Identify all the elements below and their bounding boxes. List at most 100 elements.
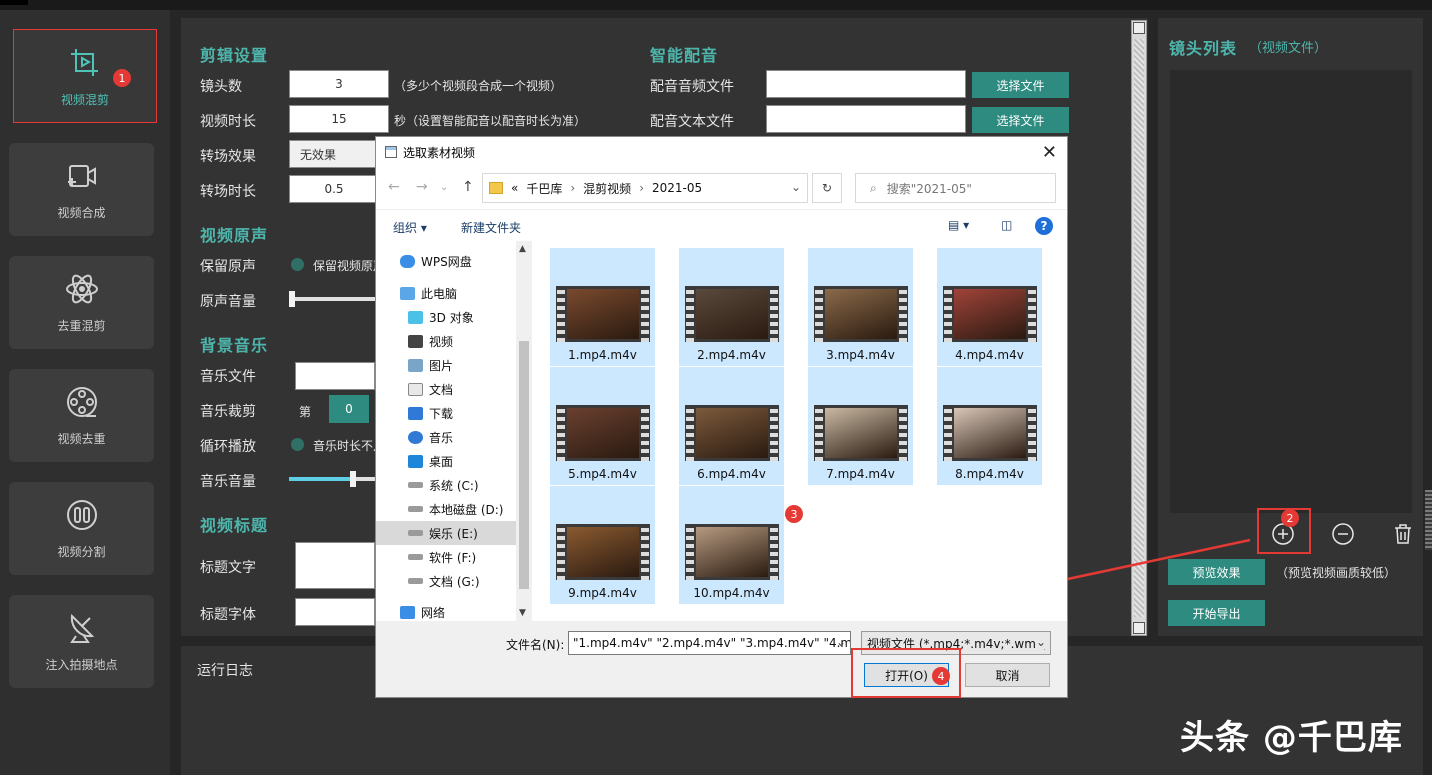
tree-item-drive-d[interactable]: 本地磁盘 (D:)	[376, 497, 516, 521]
tree-item-pictures[interactable]: 图片	[376, 353, 516, 377]
search-input[interactable]: ⌕ 搜索"2021-05"	[855, 173, 1056, 203]
file-item[interactable]: 9.mp4.m4v	[550, 486, 655, 604]
voice-audio-input[interactable]	[766, 70, 966, 98]
view-options-icon[interactable]: ▤ ▾	[948, 218, 969, 232]
file-item[interactable]: 1.mp4.m4v	[550, 248, 655, 366]
music-icon	[408, 430, 423, 444]
loop-label: 循环播放	[200, 439, 256, 455]
tree-item-network[interactable]: 网络	[376, 600, 516, 621]
forward-arrow-icon[interactable]: →	[416, 179, 428, 195]
history-chevron-icon[interactable]: ⌄	[440, 182, 448, 193]
trash-icon[interactable]	[1391, 522, 1415, 546]
back-arrow-icon[interactable]: ←	[388, 179, 400, 195]
file-name: 6.mp4.m4v	[697, 467, 766, 481]
right-edge-grip	[1425, 490, 1432, 550]
music-volume-knob[interactable]	[350, 471, 356, 487]
address-path[interactable]: « 千巴库 › 混剪视频 › 2021-05 ⌄	[482, 173, 808, 203]
video-thumbnail	[555, 405, 650, 461]
add-highlight-box	[1257, 508, 1311, 554]
tree-item-drive-g[interactable]: 文档 (G:)	[376, 569, 516, 593]
chevron-down-icon[interactable]: ⌄	[1035, 635, 1046, 649]
scroll-up-arrow[interactable]	[1133, 22, 1145, 34]
file-item[interactable]: 2.mp4.m4v	[679, 248, 784, 366]
step-badge-4: 4	[932, 667, 950, 685]
search-icon: ⌕	[870, 180, 877, 195]
tree-item-downloads[interactable]: 下载	[376, 401, 516, 425]
tree-item-desktop[interactable]: 桌面	[376, 449, 516, 473]
original-volume-slider[interactable]	[291, 297, 375, 301]
thumbnail-image	[695, 527, 768, 577]
voice-audio-label: 配音音频文件	[650, 79, 734, 95]
transition-duration-input[interactable]: 0.5	[289, 175, 379, 203]
nav-video-mix[interactable]: 视频混剪 1	[13, 29, 157, 123]
tree-item-drive-e[interactable]: 娱乐 (E:)	[376, 521, 516, 545]
shot-list-box[interactable]	[1170, 70, 1412, 513]
top-strip	[0, 0, 1432, 10]
chevron-down-icon[interactable]: ⌄	[836, 635, 846, 649]
tree-item-music[interactable]: 音乐	[376, 425, 516, 449]
music-file-input[interactable]	[295, 362, 375, 390]
new-folder-button[interactable]: 新建文件夹	[461, 219, 521, 236]
file-item[interactable]: 4.mp4.m4v	[937, 248, 1042, 366]
tree-item-drive-f[interactable]: 软件 (F:)	[376, 545, 516, 569]
file-item[interactable]: 6.mp4.m4v	[679, 367, 784, 485]
chevron-down-icon[interactable]: ⌄	[791, 180, 801, 194]
tree-scrollbar[interactable]: ▲ ▼	[516, 241, 532, 621]
scroll-thumb[interactable]	[1134, 39, 1144, 617]
path-segment-2[interactable]: 混剪视频	[583, 180, 631, 197]
computer-icon	[400, 286, 415, 300]
file-item[interactable]: 3.mp4.m4v	[808, 248, 913, 366]
nav-inject-location[interactable]: 注入拍摄地点	[9, 595, 154, 688]
thumbnail-image	[824, 408, 897, 458]
keep-original-radio[interactable]	[291, 258, 304, 271]
preview-pane-icon[interactable]: ◫	[1001, 218, 1012, 232]
music-volume-slider[interactable]	[289, 477, 375, 481]
tree-scroll-up-icon[interactable]: ▲	[519, 244, 526, 254]
choose-text-button[interactable]: 选择文件	[972, 107, 1069, 133]
nav-video-compose[interactable]: 视频合成	[9, 143, 154, 236]
tree-item-pc[interactable]: 此电脑	[376, 281, 516, 305]
nav-video-dedup[interactable]: 视频去重	[9, 369, 154, 462]
nav-dedup-mix[interactable]: 去重混剪	[9, 256, 154, 349]
loop-radio[interactable]	[291, 438, 304, 451]
tree-item-wps[interactable]: WPS网盘	[376, 249, 516, 273]
tree-item-videos[interactable]: 视频	[376, 329, 516, 353]
tree-scroll-down-icon[interactable]: ▼	[519, 608, 526, 618]
remove-circle-icon[interactable]	[1331, 522, 1355, 546]
original-volume-knob[interactable]	[289, 291, 295, 307]
duration-input[interactable]: 15	[289, 105, 389, 133]
tree-item-3d[interactable]: 3D 对象	[376, 305, 516, 329]
up-arrow-icon[interactable]: ↑	[462, 179, 474, 195]
nav-video-split[interactable]: 视频分割	[9, 482, 154, 575]
voice-text-input[interactable]	[766, 105, 966, 133]
close-icon[interactable]: ✕	[1042, 142, 1057, 163]
refresh-icon[interactable]: ↻	[812, 173, 842, 203]
title-text-input[interactable]	[295, 542, 375, 589]
file-item[interactable]: 10.mp4.m4v	[679, 486, 784, 604]
top-strip-block	[0, 0, 28, 5]
path-segment-1[interactable]: 千巴库	[526, 180, 562, 197]
title-font-input[interactable]	[295, 598, 375, 626]
file-item[interactable]: 7.mp4.m4v	[808, 367, 913, 485]
choose-audio-button[interactable]: 选择文件	[972, 72, 1069, 98]
path-segment-3[interactable]: 2021-05	[652, 181, 702, 195]
tree-scroll-thumb[interactable]	[519, 341, 529, 589]
tree-item-drive-c[interactable]: 系统 (C:)	[376, 473, 516, 497]
organize-menu[interactable]: 组织 ▾	[393, 219, 427, 236]
cancel-button[interactable]: 取消	[965, 663, 1050, 687]
music-cut-input[interactable]: 0	[329, 395, 369, 423]
shots-input[interactable]: 3	[289, 70, 389, 98]
title-font-label: 标题字体	[200, 607, 256, 623]
filename-input[interactable]: "1.mp4.m4v" "2.mp4.m4v" "3.mp4.m4v" "4.m…	[568, 631, 851, 655]
drive-icon	[408, 578, 423, 584]
tree-item-documents[interactable]: 文档	[376, 377, 516, 401]
video-thumbnail	[555, 524, 650, 580]
dialog-toolbar: 组织 ▾ 新建文件夹 ▤ ▾ ◫ ?	[376, 209, 1067, 241]
filename-label: 文件名(N):	[506, 638, 565, 652]
path-overflow[interactable]: «	[511, 181, 518, 195]
file-item[interactable]: 8.mp4.m4v	[937, 367, 1042, 485]
file-item[interactable]: 5.mp4.m4v	[550, 367, 655, 485]
help-icon[interactable]: ?	[1035, 217, 1053, 235]
satellite-dish-icon	[69, 613, 94, 643]
transition-select[interactable]: 无效果	[289, 140, 379, 168]
